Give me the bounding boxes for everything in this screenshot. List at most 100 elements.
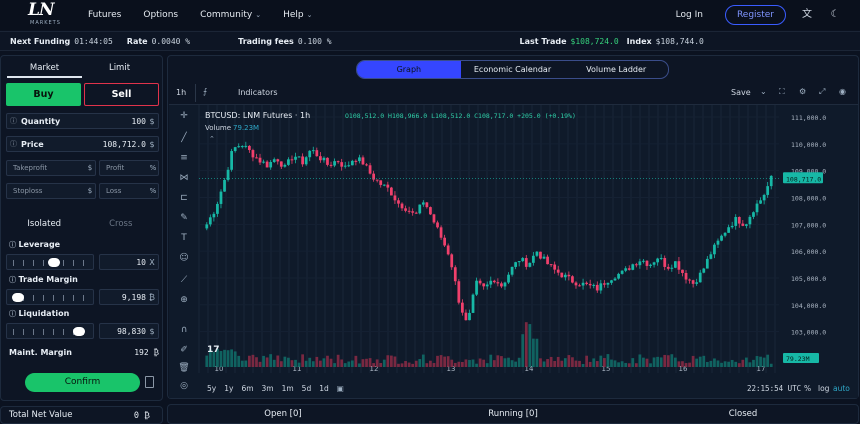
price-chart[interactable]: 111,000.0110,000.0109,000.0108,000.0107,… (169, 105, 858, 398)
collapse-icon[interactable]: ⌃ (209, 135, 215, 143)
range-1m[interactable]: 1m (282, 384, 294, 393)
volume-bar (301, 354, 304, 367)
takeprofit-input[interactable]: Takeprofit $ (6, 160, 96, 176)
zoom-icon[interactable]: ⊕ (177, 293, 191, 307)
lock-pen-icon[interactable]: ✐ (177, 343, 191, 357)
interval-select[interactable]: 1h (176, 88, 186, 97)
candle-body (713, 244, 716, 255)
tab-volume-ladder[interactable]: Volume Ladder (564, 61, 668, 78)
range-5d[interactable]: 5d (302, 384, 312, 393)
gear-icon[interactable]: ⚙ (799, 87, 806, 96)
leverage-value-field[interactable]: 10 X (99, 254, 159, 270)
volume-bar (446, 356, 450, 367)
login-link[interactable]: Log In (676, 10, 703, 20)
candle-body (492, 280, 496, 283)
pattern-icon[interactable]: ⊏ (177, 191, 191, 205)
fullscreen-icon[interactable]: ⛶ (779, 87, 785, 97)
register-button[interactable]: Register (724, 5, 786, 25)
expand-icon[interactable]: ⤢ (819, 87, 825, 97)
magnet-icon[interactable]: ∩ (177, 323, 191, 337)
slider-knob[interactable] (11, 293, 24, 302)
candle-body (350, 160, 354, 166)
ruler-icon[interactable]: ⟋ (177, 273, 191, 287)
tab-isolated[interactable]: Isolated (6, 216, 83, 232)
log-toggle[interactable]: log (818, 384, 829, 393)
tab-limit[interactable]: Limit (82, 60, 157, 78)
candle-body (255, 157, 258, 159)
percent-toggle[interactable]: % (804, 384, 811, 393)
price-field[interactable]: ⓘ Price 108,712.0 $ (6, 136, 159, 152)
candle-body (652, 262, 656, 265)
sell-button[interactable]: Sell (84, 83, 159, 106)
lines-icon[interactable]: ≡ (177, 151, 191, 165)
emoji-icon[interactable]: ☺ (177, 251, 191, 265)
trade-margin-slider[interactable] (6, 289, 94, 305)
stoploss-input[interactable]: Stoploss $ (6, 183, 96, 199)
brush-icon[interactable]: ✎ (177, 211, 191, 225)
candle-body (393, 195, 397, 201)
candle-body (638, 261, 642, 266)
moon-icon[interactable]: ☾ (828, 8, 842, 22)
translate-icon[interactable]: 文 (800, 8, 814, 22)
eye-icon[interactable]: ◎ (177, 379, 191, 393)
buy-button[interactable]: Buy (6, 83, 81, 106)
candle-body (610, 280, 613, 283)
candle-body (656, 258, 659, 263)
trade-margin-value-field[interactable]: 9,198 ₿ (99, 289, 159, 305)
camera-icon[interactable]: ◉ (839, 87, 846, 96)
loss-placeholder: Loss (106, 187, 122, 195)
volume-bar (418, 359, 422, 367)
tab-market[interactable]: Market (7, 60, 82, 78)
slider-knob[interactable] (72, 327, 85, 336)
text-icon[interactable]: T (177, 231, 191, 245)
volume-bar (329, 358, 333, 367)
volume-bar (205, 355, 209, 367)
liquidation-slider[interactable] (6, 323, 94, 339)
trash-icon[interactable]: 🗑 (177, 361, 191, 375)
quantity-field[interactable]: ⓘ Quantity 100 $ (6, 113, 159, 129)
nav-futures[interactable]: Futures (88, 10, 121, 20)
auto-toggle[interactable]: auto (833, 384, 850, 393)
nav-community-label: Community (200, 10, 253, 20)
calculator-icon[interactable] (145, 376, 154, 388)
nav-options[interactable]: Options (143, 10, 178, 20)
save-button[interactable]: Save (731, 88, 751, 97)
candle-body (372, 173, 375, 180)
candle-body (326, 157, 329, 165)
range-1y[interactable]: 1y (224, 384, 233, 393)
range-1d[interactable]: 1d (319, 384, 329, 393)
calendar-icon[interactable]: ▣ (337, 384, 344, 393)
tab-cross[interactable]: Cross (83, 216, 160, 232)
candle-body (539, 251, 542, 259)
tab-running[interactable]: Running [0] (398, 405, 628, 423)
volume-bar (308, 357, 312, 367)
volume-bar (248, 355, 251, 367)
fork-icon[interactable]: ⋈ (177, 171, 191, 185)
trendline-icon[interactable]: ╱ (177, 131, 191, 145)
chart-area[interactable]: 111,000.0 110,000.0 109,000.0 108,000.0 107,… (169, 105, 858, 398)
range-6m[interactable]: 6m (241, 384, 253, 393)
range-3m[interactable]: 3m (262, 384, 274, 393)
volume-bar (478, 358, 482, 367)
loss-input[interactable]: Loss% (99, 183, 159, 199)
tab-graph[interactable]: Graph (357, 61, 461, 78)
utc-clock[interactable]: 22:15:54 UTC (747, 384, 801, 393)
liquidation-value-field[interactable]: 98,830 $ (99, 323, 159, 339)
nav-help[interactable]: Help ⌄ (283, 10, 312, 20)
leverage-slider[interactable] (6, 254, 94, 270)
tab-economic-calendar[interactable]: Economic Calendar (461, 61, 565, 78)
profit-input[interactable]: Profit% (99, 160, 159, 176)
indicators-button[interactable]: Indicators (238, 88, 278, 97)
range-5y[interactable]: 5y (207, 384, 216, 393)
chevron-down-icon[interactable]: ⌄ (760, 87, 767, 96)
volume-bar (500, 356, 503, 367)
trade-margin-unit: ₿ (149, 292, 155, 302)
crosshair-icon[interactable]: ✛ (177, 109, 191, 123)
candle-body (695, 282, 699, 284)
tab-open[interactable]: Open [0] (168, 405, 398, 423)
logo[interactable]: LN MARKETS (24, 0, 66, 28)
confirm-button[interactable]: Confirm (25, 373, 140, 392)
nav-community[interactable]: Community ⌄ (200, 10, 261, 20)
tab-closed[interactable]: Closed (628, 405, 858, 423)
slider-knob[interactable] (47, 258, 60, 267)
